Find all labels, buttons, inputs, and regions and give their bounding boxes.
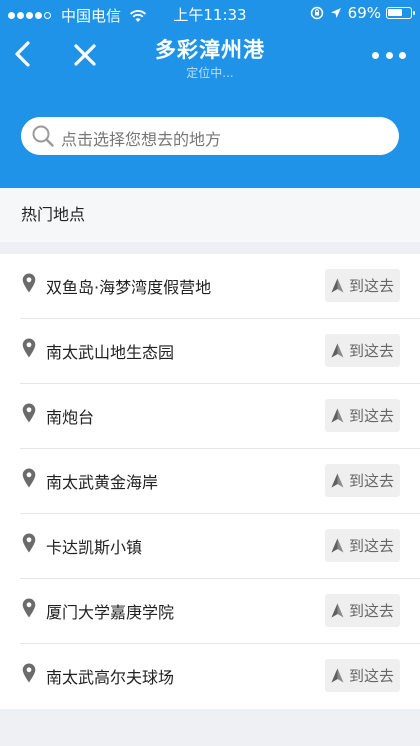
place-list-item[interactable]: 南太武山地生态园 到这去 (20, 319, 420, 384)
search-icon (32, 125, 54, 147)
location-pin-icon (22, 663, 36, 683)
place-name: 双鱼岛·海梦湾度假营地 (46, 278, 212, 297)
navigation-arrow-icon (331, 538, 344, 553)
place-list-item[interactable]: 南太武黄金海岸 到这去 (20, 449, 420, 514)
place-list: 双鱼岛·海梦湾度假营地 到这去 南太武山地生态园 到这去 南炮台 到这去 南太武… (0, 254, 420, 709)
header: 中国电信 上午11:33 69% 多彩漳州港 定位中... 点击选择您想去的地方 (0, 0, 420, 188)
place-name: 卡达凯斯小镇 (46, 538, 143, 557)
navigate-here-label: 到这去 (348, 407, 394, 425)
more-options-icon[interactable] (372, 46, 406, 64)
navigate-here-button[interactable]: 到这去 (325, 399, 400, 432)
navigate-here-label: 到这去 (348, 277, 394, 295)
place-name: 南炮台 (46, 408, 95, 427)
location-pin-icon (22, 403, 36, 423)
location-pin-icon (22, 273, 36, 293)
place-name: 南太武黄金海岸 (46, 473, 159, 492)
page-title: 多彩漳州港 (155, 38, 265, 62)
navigate-here-button[interactable]: 到这去 (325, 529, 400, 562)
navigate-here-button[interactable]: 到这去 (325, 659, 400, 692)
status-bar: 中国电信 上午11:33 69% (0, 0, 420, 28)
place-list-item[interactable]: 双鱼岛·海梦湾度假营地 到这去 (20, 254, 420, 319)
place-list-item[interactable]: 南炮台 到这去 (20, 384, 420, 449)
navigation-arrow-icon (331, 408, 344, 423)
place-list-item[interactable]: 南太武高尔夫球场 到这去 (20, 644, 420, 709)
navigate-here-label: 到这去 (348, 537, 394, 555)
navigation-arrow-icon (331, 668, 344, 683)
popular-places-heading: 热门地点 (0, 188, 420, 242)
place-name: 南太武高尔夫球场 (46, 668, 175, 687)
location-pin-icon (22, 468, 36, 488)
location-pin-icon (22, 598, 36, 618)
battery-fill (388, 9, 403, 16)
place-name: 厦门大学嘉庚学院 (46, 603, 175, 622)
navigate-here-button[interactable]: 到这去 (325, 464, 400, 497)
location-pin-icon (22, 338, 36, 358)
navigation-arrow-icon (331, 278, 344, 293)
battery-percent: 69% (347, 4, 381, 22)
navigation-arrow-icon (331, 473, 344, 488)
location-status: 定位中... (186, 66, 234, 80)
navigate-here-label: 到这去 (348, 472, 394, 490)
search-placeholder: 点击选择您想去的地方 (61, 130, 222, 149)
status-right: 69% (310, 4, 415, 22)
search-input[interactable]: 点击选择您想去的地方 (21, 117, 399, 155)
location-arrow-icon (330, 8, 341, 18)
place-list-item[interactable]: 厦门大学嘉庚学院 到这去 (20, 579, 420, 644)
navigation-arrow-icon (331, 343, 344, 358)
navigation-arrow-icon (331, 603, 344, 618)
navigate-here-label: 到这去 (348, 602, 394, 620)
place-list-item[interactable]: 卡达凯斯小镇 到这去 (20, 514, 420, 579)
place-name: 南太武山地生态园 (46, 343, 175, 362)
navigate-here-label: 到这去 (348, 667, 394, 685)
location-pin-icon (22, 533, 36, 553)
battery-icon (386, 7, 415, 19)
navigate-here-label: 到这去 (348, 342, 394, 360)
navigate-here-button[interactable]: 到这去 (325, 334, 400, 367)
navigate-here-button[interactable]: 到这去 (325, 269, 400, 302)
navigate-here-button[interactable]: 到这去 (325, 594, 400, 627)
rotation-lock-icon (310, 6, 323, 20)
